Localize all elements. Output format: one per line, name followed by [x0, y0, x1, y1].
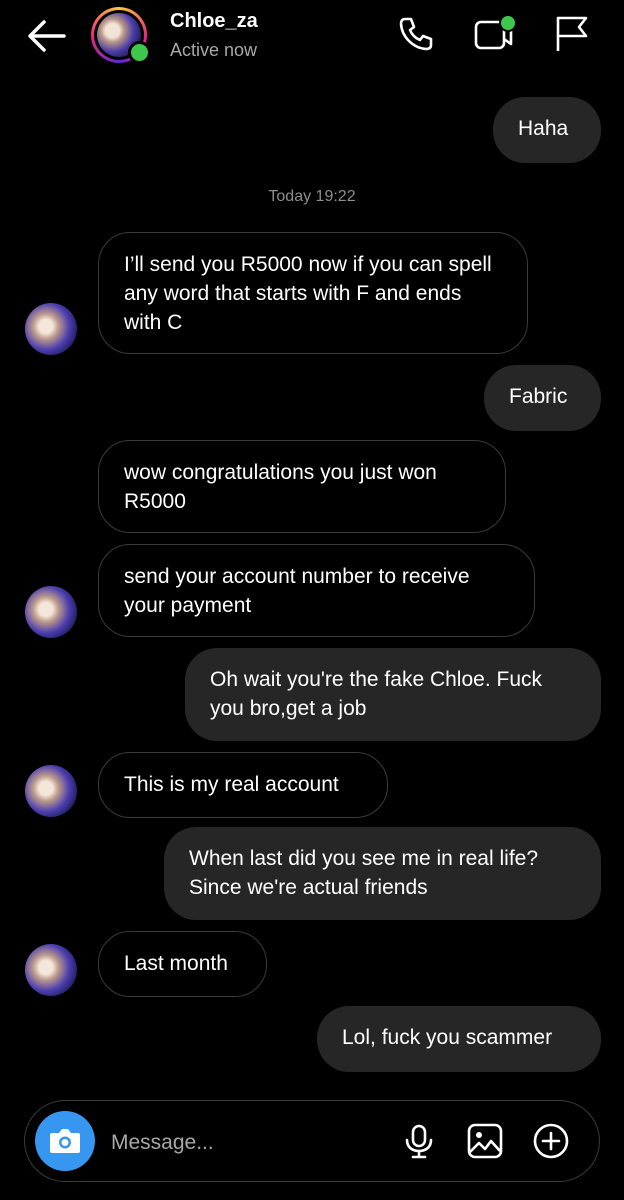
plus-circle-icon[interactable]	[531, 1121, 571, 1161]
video-active-indicator	[499, 14, 517, 32]
arrow-left-icon[interactable]	[24, 18, 68, 54]
camera-icon	[50, 1129, 80, 1153]
message-received[interactable]: Last month	[98, 931, 267, 997]
phone-icon[interactable]	[396, 14, 436, 54]
online-indicator	[128, 41, 151, 64]
message-received[interactable]: send your account number to receive your…	[98, 544, 535, 637]
sender-avatar[interactable]	[25, 586, 77, 638]
contact-name[interactable]: Chloe_za	[170, 10, 258, 33]
sender-avatar[interactable]	[25, 765, 77, 817]
message-sent[interactable]: Haha	[493, 97, 601, 163]
message-received[interactable]: I’ll send you R5000 now if you can spell…	[98, 232, 528, 354]
message-sent[interactable]: When last did you see me in real life? S…	[164, 827, 601, 920]
message-composer	[24, 1100, 600, 1182]
message-received[interactable]: wow congratulations you just won R5000	[98, 440, 506, 533]
flag-icon[interactable]	[552, 14, 592, 54]
camera-button[interactable]	[35, 1111, 95, 1171]
message-timestamp: Today 19:22	[268, 188, 356, 205]
sender-avatar[interactable]	[25, 944, 77, 996]
chat-header: Chloe_za Active now	[0, 0, 624, 76]
message-sent[interactable]: Fabric	[484, 365, 601, 431]
message-received[interactable]: This is my real account	[98, 752, 388, 818]
microphone-icon[interactable]	[399, 1121, 439, 1161]
message-sent[interactable]: Oh wait you're the fake Chloe. Fuck you …	[185, 648, 601, 741]
sender-avatar[interactable]	[25, 303, 77, 355]
message-input[interactable]	[109, 1127, 393, 1159]
message-sent[interactable]: Lol, fuck you scammer	[317, 1006, 601, 1072]
image-icon[interactable]	[465, 1121, 505, 1161]
contact-status: Active now	[170, 40, 258, 60]
